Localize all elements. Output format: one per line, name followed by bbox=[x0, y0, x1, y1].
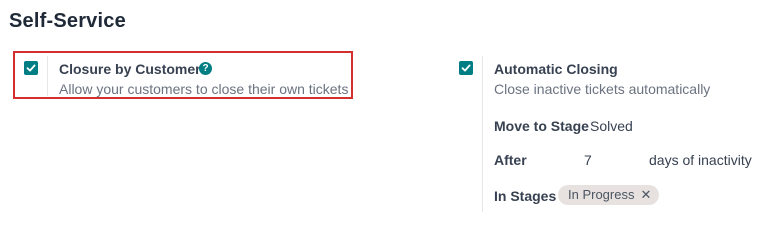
after-label: After bbox=[494, 152, 527, 168]
closure-by-customers-description: Allow your customers to close their own … bbox=[59, 81, 349, 97]
setting-divider bbox=[47, 56, 48, 96]
close-icon[interactable]: ✕ bbox=[640, 185, 651, 205]
check-icon bbox=[26, 64, 36, 72]
question-circle-icon[interactable]: ? bbox=[199, 62, 212, 75]
closure-by-customers-title: Closure by Customers bbox=[59, 61, 209, 77]
days-of-inactivity-label: days of inactivity bbox=[649, 152, 752, 168]
setting-divider bbox=[482, 56, 483, 212]
move-to-stage-select[interactable]: Solved bbox=[590, 118, 633, 134]
move-to-stage-label: Move to Stage bbox=[494, 118, 589, 134]
tag-label: In Progress bbox=[568, 187, 635, 202]
section-title: Self-Service bbox=[9, 10, 126, 32]
closure-by-customers-checkbox[interactable] bbox=[24, 61, 38, 75]
automatic-closing-description: Close inactive tickets automatically bbox=[494, 81, 711, 97]
automatic-closing-checkbox[interactable] bbox=[459, 61, 473, 75]
in-stages-label: In Stages bbox=[494, 188, 557, 204]
stage-tag-in-progress: In Progress ✕ bbox=[558, 185, 660, 205]
check-icon bbox=[461, 64, 471, 72]
automatic-closing-title: Automatic Closing bbox=[494, 61, 618, 77]
after-days-input[interactable]: 7 bbox=[584, 152, 592, 168]
